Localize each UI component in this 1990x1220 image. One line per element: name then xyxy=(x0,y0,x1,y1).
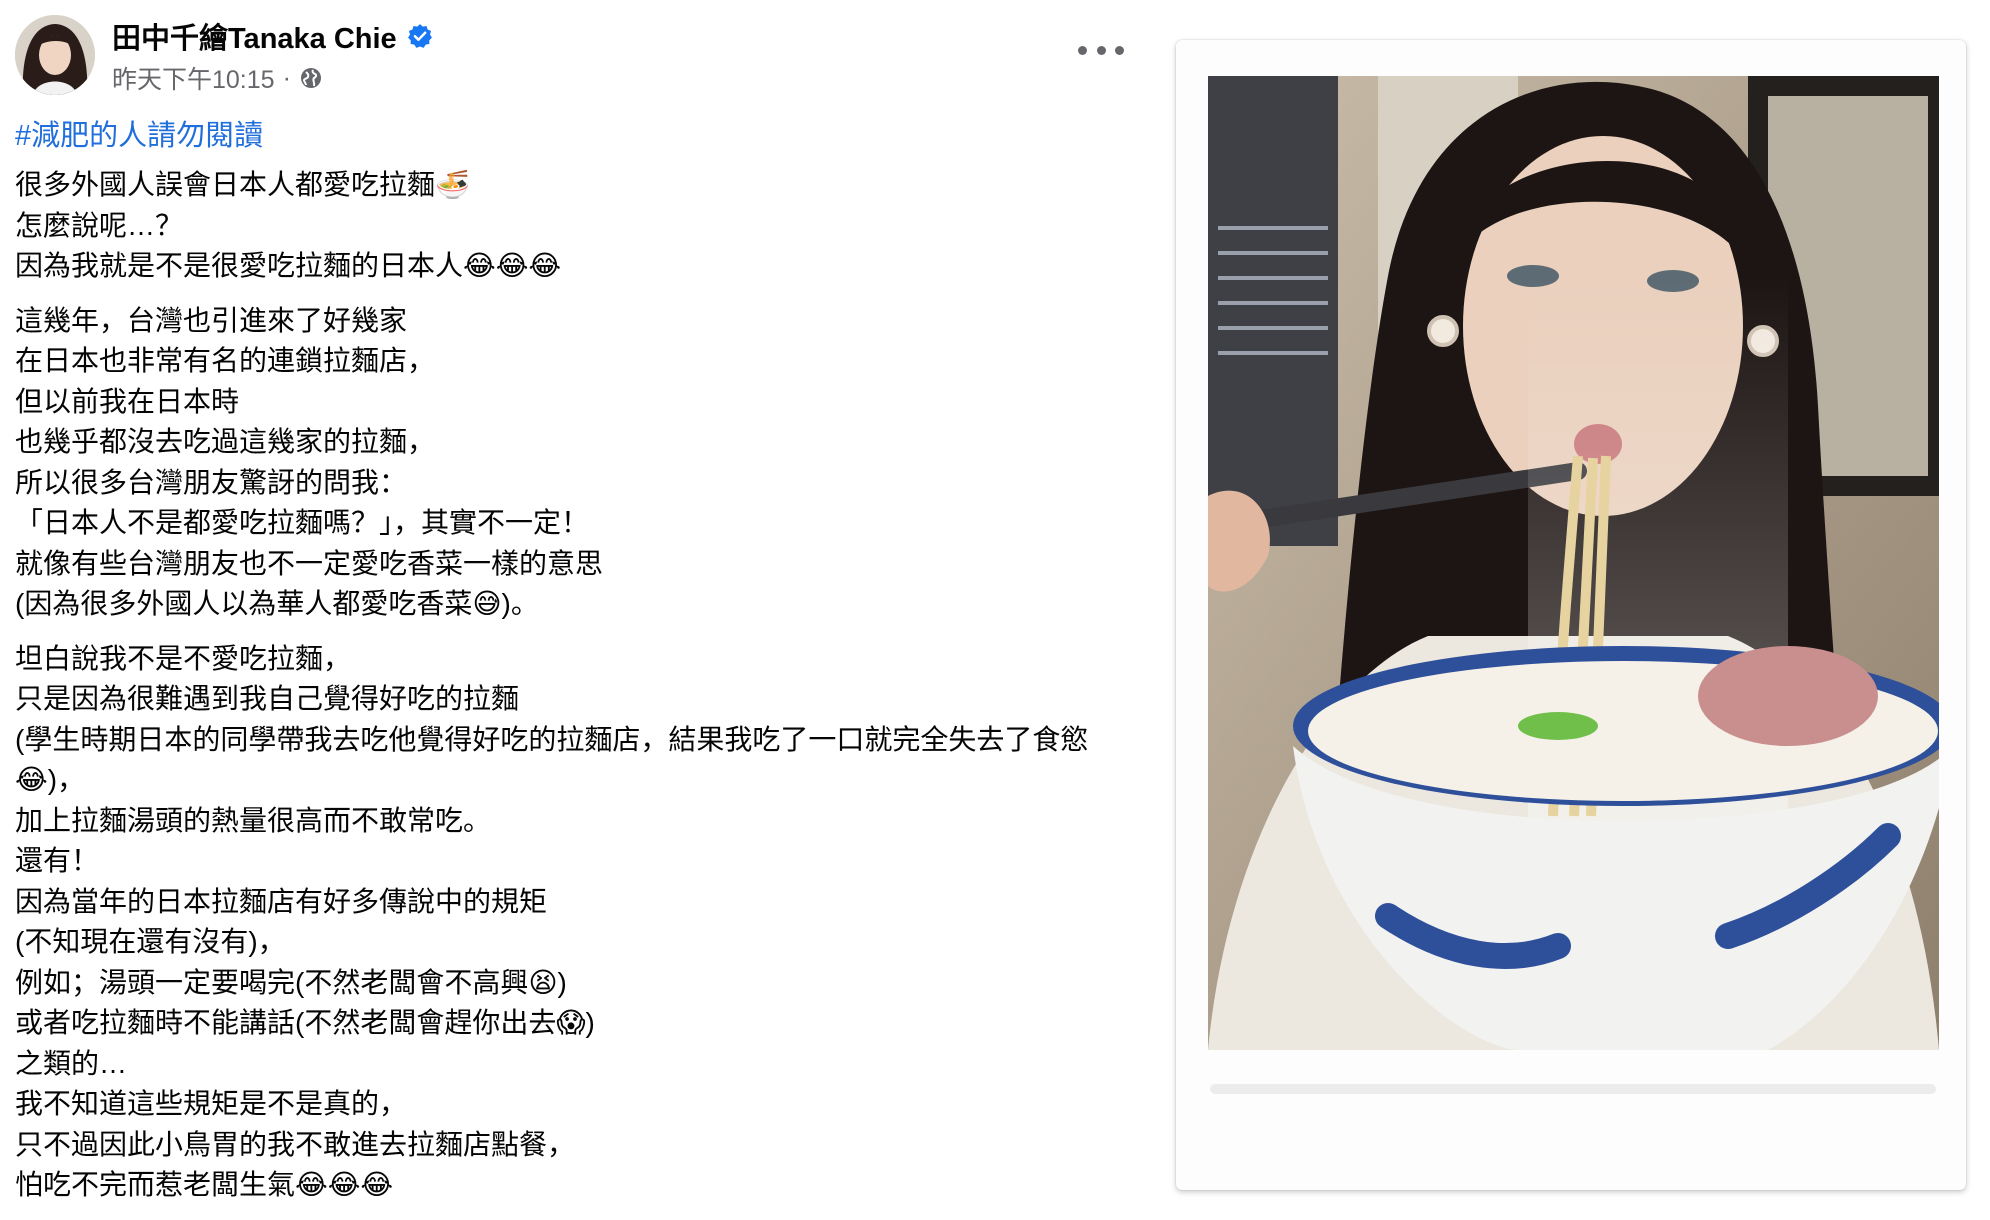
text-line: 這幾年，台灣也引進來了好幾家 xyxy=(15,304,408,336)
author-name[interactable]: 田中千繪Tanaka Chie xyxy=(112,15,397,57)
text-line: 在日本也非常有名的連鎖拉麵店， xyxy=(15,345,436,376)
text-line: (因為很多外國人以為華人都愛吃香菜😅)。 xyxy=(15,588,539,619)
text-line: 怕吃不完而惹老闆生氣😂😂😂 xyxy=(15,1169,394,1200)
text-line: 只不過因此小鳥胃的我不敢進去拉麵店點餐， xyxy=(15,1128,576,1160)
text-line: 例如；湯頭一定要喝完(不然老闆會不高興😫) xyxy=(15,966,567,998)
more-options-button[interactable] xyxy=(1078,36,1124,64)
text-line: 或者吃拉麵時不能講話(不然老闆會趕你出去😱) xyxy=(15,1007,595,1038)
timestamp[interactable]: 昨天下午10:15 xyxy=(112,60,275,96)
text-line: 怎麼說呢…？ xyxy=(15,209,184,241)
text-line: 加上拉麵湯頭的熱量很高而不敢常吃。 xyxy=(15,804,492,836)
text-line: 很多外國人誤會日本人都愛吃拉麵🍜 xyxy=(15,169,470,200)
text-line: (不知現在還有沒有)， xyxy=(15,926,286,957)
dot-icon xyxy=(1115,45,1124,55)
text-line: 但以前我在日本時 xyxy=(15,385,240,417)
post-photo[interactable] xyxy=(1208,76,1939,1050)
text-line: 我不知道這些規矩是不是真的， xyxy=(15,1088,408,1119)
text-line: 坦白說我不是不愛吃拉麵， xyxy=(15,642,352,674)
verified-badge-icon xyxy=(407,24,432,48)
meta-separator: · xyxy=(282,63,291,92)
text-line: 之類的… xyxy=(15,1047,128,1079)
paragraph-1: 很多外國人誤會日本人都愛吃拉麵🍜 怎麼說呢…？ 因為我就是不是很愛吃拉麵的日本人… xyxy=(15,165,1125,287)
dot-icon xyxy=(1096,45,1106,55)
text-line: 所以很多台灣朋友驚訝的問我： xyxy=(15,466,408,498)
frame-decoration xyxy=(1210,1084,1936,1094)
author-row: 田中千繪Tanaka Chie xyxy=(112,14,433,58)
post-body: 很多外國人誤會日本人都愛吃拉麵🍜 怎麼說呢…？ 因為我就是不是很愛吃拉麵的日本人… xyxy=(15,165,1125,1220)
globe-icon[interactable] xyxy=(299,66,323,90)
paragraph-3: 坦白說我不是不愛吃拉麵， 只是因為很難遇到我自己覺得好吃的拉麵 (學生時期日本的… xyxy=(15,639,1125,1206)
hashtag-link[interactable]: #減肥的人請勿閱讀 xyxy=(15,112,263,154)
paragraph-2: 這幾年，台灣也引進來了好幾家 在日本也非常有名的連鎖拉麵店， 但以前我在日本時 … xyxy=(15,301,1125,625)
post-meta: 昨天下午10:15 · xyxy=(112,60,323,96)
facebook-post: 田中千繪Tanaka Chie 昨天下午10:15 · #減肥的人請勿閱讀 很多… xyxy=(0,0,1150,1206)
text-line: 就像有些台灣朋友也不一定愛吃香菜一樣的意思 xyxy=(15,547,604,579)
text-line: 因為我就是不是很愛吃拉麵的日本人😂😂😂 xyxy=(15,250,562,281)
text-line: 也幾乎都沒去吃過這幾家的拉麵， xyxy=(15,426,436,457)
avatar[interactable] xyxy=(15,15,95,95)
dot-icon xyxy=(1078,45,1087,55)
text-line: (學生時期日本的同學帶我去吃他覺得好吃的拉麵店，結果我吃了一口就完全失去了食慾😂… xyxy=(15,723,1089,796)
text-line: 「日本人不是都愛吃拉麵嗎？」，其實不一定！ xyxy=(15,507,590,538)
text-line: 因為當年的日本拉麵店有好多傳說中的規矩 xyxy=(15,885,548,917)
text-line: 還有！ xyxy=(15,845,100,876)
text-line: 只是因為很難遇到我自己覺得好吃的拉麵 xyxy=(15,683,520,714)
